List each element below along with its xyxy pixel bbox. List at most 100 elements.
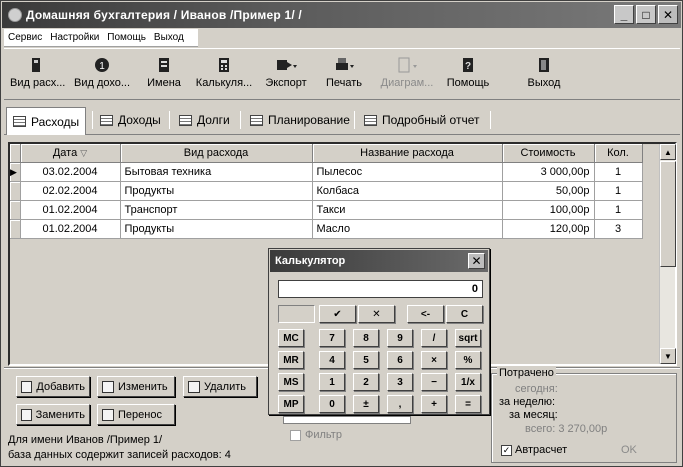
- table-icon: [13, 116, 26, 127]
- tab-detailed-report[interactable]: Подробный отчет: [358, 107, 485, 133]
- calc-sign-button[interactable]: ±: [353, 395, 379, 413]
- toolbar-calculator-button[interactable]: Калькуля...: [194, 51, 254, 97]
- cell-cost[interactable]: 3 000,00р: [502, 162, 595, 182]
- cell-expense-type[interactable]: Продукты: [120, 181, 313, 201]
- menu-help[interactable]: Помощь: [103, 32, 150, 43]
- calc-percent-button[interactable]: %: [455, 351, 481, 369]
- maximize-button[interactable]: □: [636, 5, 656, 24]
- calc-cancel-button[interactable]: ✕: [358, 305, 395, 323]
- table-row[interactable]: 01.02.2004 Продукты Масло 120,00р 3: [10, 219, 643, 239]
- calc-divide-button[interactable]: /: [421, 329, 447, 347]
- autocalc-checkbox[interactable]: ✓ Автрасчет: [501, 444, 567, 456]
- cell-expense-type[interactable]: Продукты: [120, 219, 313, 239]
- cell-expense-type[interactable]: Транспорт: [120, 200, 313, 220]
- scroll-thumb[interactable]: [660, 161, 676, 267]
- toolbar-chart-button[interactable]: Диаграм...: [376, 51, 438, 97]
- table-row[interactable]: 01.02.2004 Транспорт Такси 100,00р 1: [10, 200, 643, 220]
- column-header-expense-type[interactable]: Вид расхода: [120, 144, 313, 163]
- row-indicator: [10, 200, 21, 220]
- calc-mp-button[interactable]: MP: [278, 395, 304, 413]
- tab-income[interactable]: Доходы: [94, 107, 167, 133]
- toolbar-help-button[interactable]: ? Помощь: [444, 51, 492, 97]
- tab-expenses[interactable]: Расходы: [6, 107, 87, 135]
- menu-settings[interactable]: Настройки: [46, 32, 103, 43]
- minimize-button[interactable]: _: [614, 5, 634, 24]
- add-button[interactable]: Добавить: [16, 376, 90, 397]
- toolbar-expense-view-button[interactable]: Вид расх...: [10, 51, 65, 97]
- cell-expense-name[interactable]: Колбаса: [312, 181, 503, 201]
- tab-planning[interactable]: Планирование: [244, 107, 356, 133]
- menu-exit[interactable]: Выход: [150, 32, 188, 43]
- menu-service[interactable]: Сервис: [4, 32, 46, 43]
- replace-button[interactable]: Заменить: [16, 404, 90, 425]
- cell-expense-name[interactable]: Масло: [312, 219, 503, 239]
- filter-checkbox[interactable]: Фильтр: [290, 429, 342, 441]
- cell-cost[interactable]: 50,00р: [502, 181, 595, 201]
- cell-expense-type[interactable]: Бытовая техника: [120, 162, 313, 182]
- transfer-button[interactable]: Перенос: [97, 404, 175, 425]
- vertical-scrollbar[interactable]: ▲ ▼: [659, 144, 676, 364]
- calc-subtract-button[interactable]: −: [421, 373, 447, 391]
- tab-debts[interactable]: Долги: [173, 107, 236, 133]
- calc-sqrt-button[interactable]: sqrt: [455, 329, 481, 347]
- column-header-qty[interactable]: Кол.: [594, 144, 643, 163]
- spent-week: за неделю:: [499, 396, 556, 408]
- calc-equals-button[interactable]: =: [455, 395, 481, 413]
- calc-key-8[interactable]: 8: [353, 329, 379, 347]
- toolbar-export-button[interactable]: Экспорт: [260, 51, 312, 97]
- cell-qty[interactable]: 1: [594, 200, 643, 220]
- cell-date[interactable]: 02.02.2004: [20, 181, 121, 201]
- calc-multiply-button[interactable]: ×: [421, 351, 447, 369]
- column-header-date[interactable]: Дата ▽: [20, 144, 121, 163]
- calc-mr-button[interactable]: MR: [278, 351, 304, 369]
- calc-key-2[interactable]: 2: [353, 373, 379, 391]
- filter-label: Фильтр: [305, 429, 342, 441]
- calc-key-3[interactable]: 3: [387, 373, 413, 391]
- edit-button[interactable]: Изменить: [97, 376, 175, 397]
- cell-qty[interactable]: 1: [594, 162, 643, 182]
- calc-key-7[interactable]: 7: [319, 329, 345, 347]
- cell-date[interactable]: 01.02.2004: [20, 219, 121, 239]
- calc-ms-button[interactable]: MS: [278, 373, 304, 391]
- toolbar: Вид расх... 1 Вид дохо... Имена Калькуля…: [4, 48, 680, 100]
- table-row[interactable]: 02.02.2004 Продукты Колбаса 50,00р 1: [10, 181, 643, 201]
- calc-key-0[interactable]: 0: [319, 395, 345, 413]
- calculator-close-button[interactable]: ✕: [468, 253, 485, 269]
- calc-backspace-button[interactable]: <-: [407, 305, 444, 323]
- toolbar-exit-button[interactable]: Выход: [524, 51, 564, 97]
- calc-key-5[interactable]: 5: [353, 351, 379, 369]
- calc-key-1[interactable]: 1: [319, 373, 345, 391]
- cell-date[interactable]: 01.02.2004: [20, 200, 121, 220]
- memory-indicator: [278, 305, 315, 323]
- toolbar-print-button[interactable]: Печать: [322, 51, 366, 97]
- calc-ok-button[interactable]: ✔: [319, 305, 356, 323]
- calc-mc-button[interactable]: MC: [278, 329, 304, 347]
- scroll-down-arrow-icon[interactable]: ▼: [660, 348, 676, 364]
- calc-key-4[interactable]: 4: [319, 351, 345, 369]
- delete-button[interactable]: Удалить: [183, 376, 257, 397]
- ok-button[interactable]: OK: [621, 444, 637, 456]
- column-header-cost[interactable]: Стоимость: [502, 144, 595, 163]
- calc-decimal-button[interactable]: ,: [387, 395, 413, 413]
- toolbar-names-button[interactable]: Имена: [142, 51, 186, 97]
- calc-clear-button[interactable]: C: [446, 305, 483, 323]
- calc-key-9[interactable]: 9: [387, 329, 413, 347]
- calc-key-6[interactable]: 6: [387, 351, 413, 369]
- cell-qty[interactable]: 1: [594, 181, 643, 201]
- cell-cost[interactable]: 100,00р: [502, 200, 595, 220]
- toolbar-income-view-button[interactable]: 1 Вид дохо...: [72, 51, 132, 97]
- cell-expense-name[interactable]: Такси: [312, 200, 503, 220]
- scroll-up-arrow-icon[interactable]: ▲: [660, 144, 676, 160]
- calc-reciprocal-button[interactable]: 1/x: [455, 373, 481, 391]
- calculator-title-bar: Калькулятор ✕: [270, 250, 488, 272]
- calc-add-button[interactable]: +: [421, 395, 447, 413]
- cell-date[interactable]: 03.02.2004: [20, 162, 121, 182]
- close-button[interactable]: ✕: [658, 5, 678, 24]
- cell-qty[interactable]: 3: [594, 219, 643, 239]
- cell-expense-name[interactable]: Пылесос: [312, 162, 503, 182]
- table-row[interactable]: ▶ 03.02.2004 Бытовая техника Пылесос 3 0…: [10, 162, 643, 182]
- filter-combo[interactable]: [283, 416, 411, 424]
- button-label: Перенос: [118, 408, 162, 421]
- cell-cost[interactable]: 120,00р: [502, 219, 595, 239]
- column-header-expense-name[interactable]: Название расхода: [312, 144, 503, 163]
